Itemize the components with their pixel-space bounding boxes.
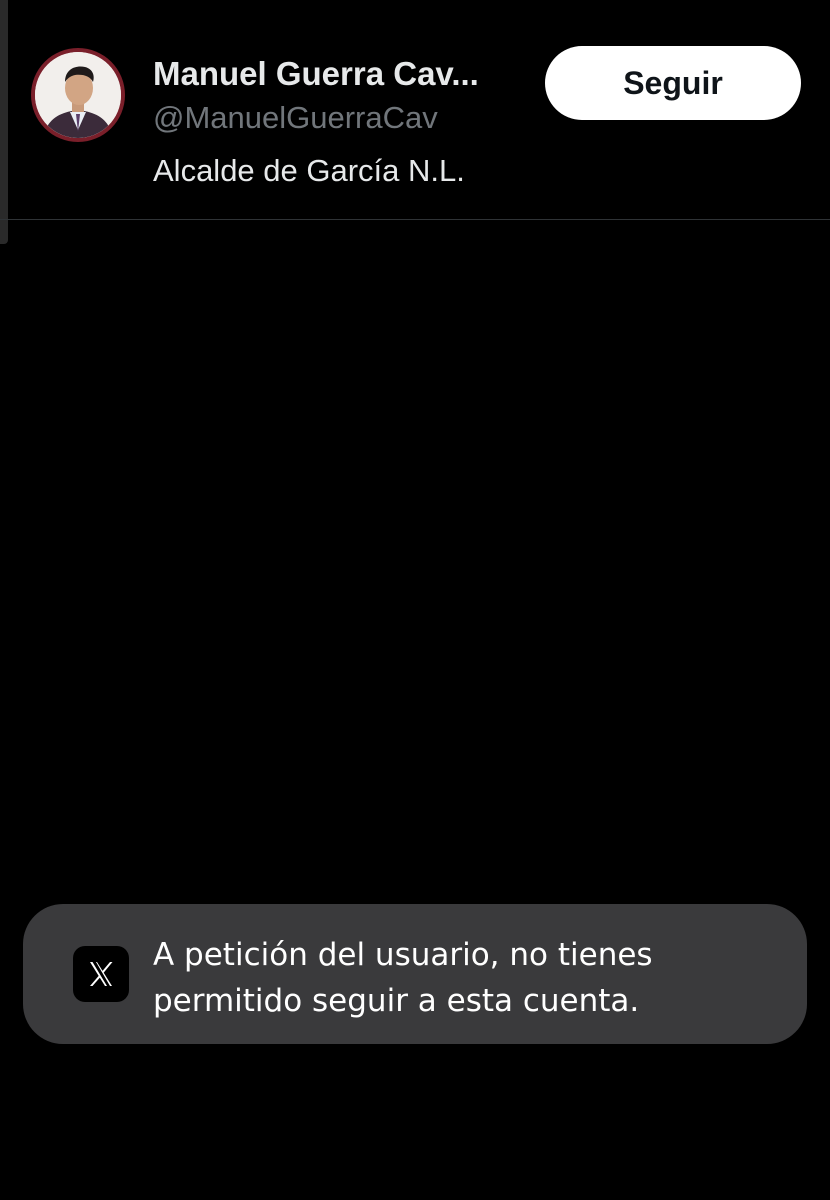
display-name[interactable]: Manuel Guerra Cav...	[153, 55, 479, 93]
user-cell[interactable]: Manuel Guerra Cav... @ManuelGuerraCav Al…	[0, 0, 830, 220]
avatar[interactable]	[31, 48, 125, 142]
person-portrait-icon	[35, 52, 121, 138]
toast-message: A petición del usuario, no tienes permit…	[153, 937, 653, 1019]
user-handle: @ManuelGuerraCav	[153, 100, 438, 135]
avatar-photo	[35, 52, 121, 138]
x-logo-icon	[73, 946, 129, 1002]
user-bio: Alcalde de García N.L.	[153, 153, 465, 188]
toast-notification: A petición del usuario, no tienes permit…	[23, 904, 807, 1044]
follow-button[interactable]: Seguir	[545, 46, 801, 120]
